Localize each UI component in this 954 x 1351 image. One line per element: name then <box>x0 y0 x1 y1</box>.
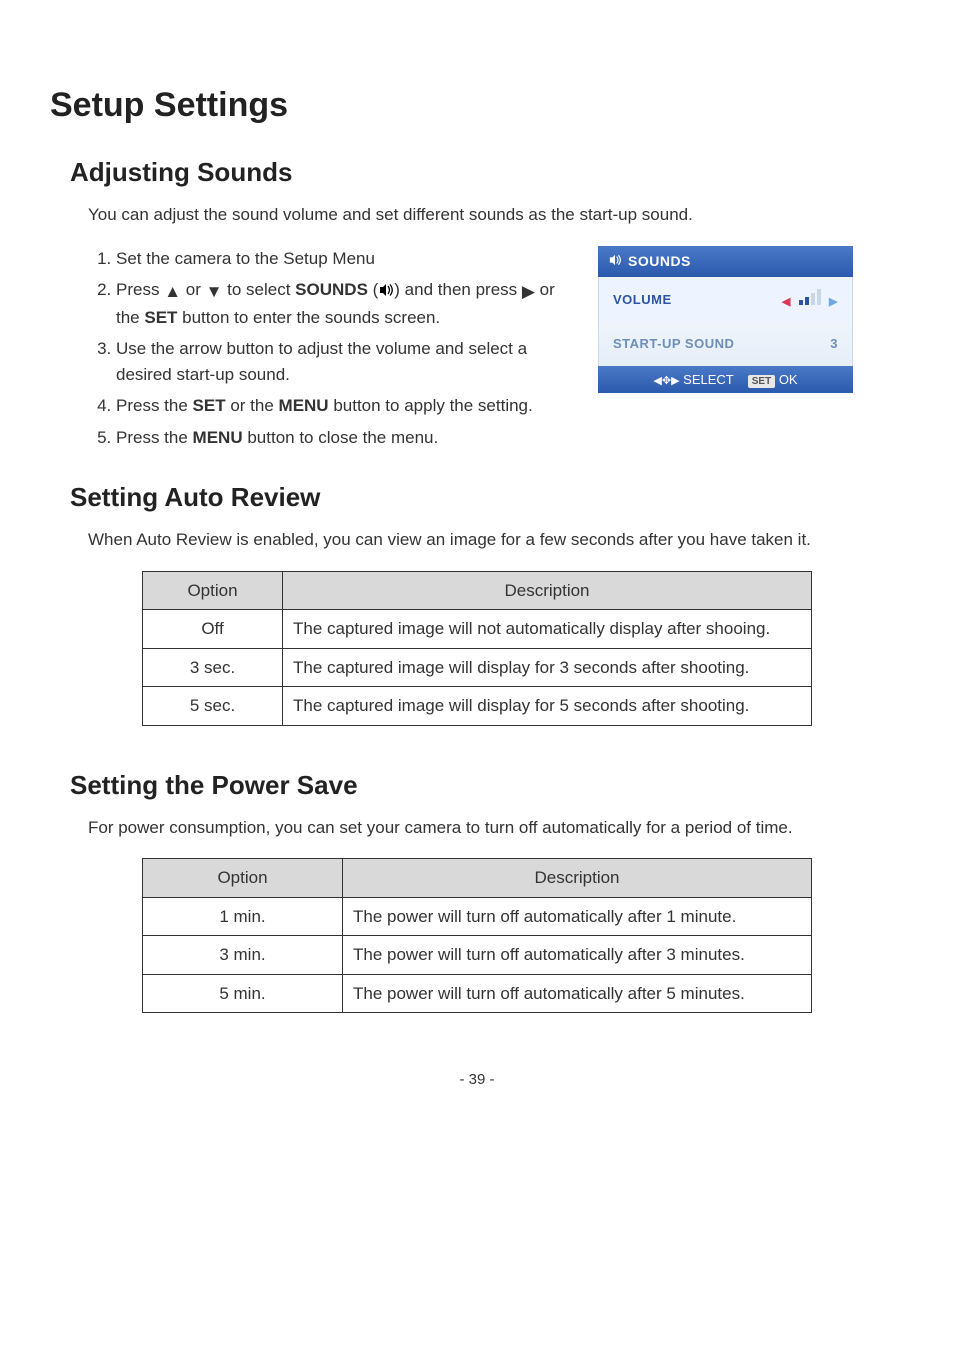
cell-desc: The captured image will display for 5 se… <box>283 687 812 726</box>
th-option: Option <box>143 571 283 610</box>
cell-desc: The power will turn off automatically af… <box>343 974 812 1013</box>
set-badge: SET <box>748 375 775 388</box>
cell-desc: The power will turn off automatically af… <box>343 936 812 975</box>
speaker-icon <box>608 251 622 272</box>
scr-ok-label: OK <box>779 372 798 387</box>
text: ( <box>368 280 378 299</box>
text: to select <box>222 280 295 299</box>
autoreview-table: Option Description Off The captured imag… <box>142 571 812 726</box>
right-arrow-icon: ▶ <box>829 296 838 308</box>
cell-desc: The captured image will not automaticall… <box>283 610 812 649</box>
scr-row-startup: START-UP SOUND 3 <box>599 322 852 366</box>
left-arrow-icon: ◀ <box>782 296 791 308</box>
nav-icon: ◀✥▶ <box>653 375 679 387</box>
text: Press <box>116 280 164 299</box>
text: Press the <box>116 428 193 447</box>
text: or <box>181 280 206 299</box>
text: or the <box>226 396 279 415</box>
power-table: Option Description 1 min. The power will… <box>142 858 812 1013</box>
right-arrow-icon: ▶ <box>522 279 535 305</box>
sounds-screenshot: SOUNDS VOLUME ◀ ▶ START-UP SOUND <box>598 246 853 394</box>
page-title: Setup Settings <box>50 80 904 131</box>
text: ) and then press <box>394 280 522 299</box>
scr-volume-label: VOLUME <box>613 290 672 310</box>
heading-sounds: Adjusting Sounds <box>70 153 904 192</box>
scr-select-label: SELECT <box>683 372 734 387</box>
table-row: Off The captured image will not automati… <box>143 610 812 649</box>
table-row: 5 sec. The captured image will display f… <box>143 687 812 726</box>
table-row: 3 min. The power will turn off automatic… <box>143 936 812 975</box>
cell-option: 3 sec. <box>143 648 283 687</box>
step-5: Press the MENU button to close the menu. <box>116 425 568 451</box>
down-arrow-icon: ▼ <box>206 279 223 305</box>
label-sounds: SOUNDS <box>295 280 368 299</box>
step-2: Press ▲ or ▼ to select SOUNDS ( ) and the… <box>116 277 568 330</box>
scr-ok: SET OK <box>748 370 798 390</box>
intro-power: For power consumption, you can set your … <box>88 815 904 841</box>
cell-desc: The power will turn off automatically af… <box>343 897 812 936</box>
cell-option: 1 min. <box>143 897 343 936</box>
heading-power: Setting the Power Save <box>70 766 904 805</box>
intro-sounds: You can adjust the sound volume and set … <box>88 202 904 228</box>
table-row: 5 min. The power will turn off automatic… <box>143 974 812 1013</box>
cell-option: 5 sec. <box>143 687 283 726</box>
scr-title-bar: SOUNDS <box>598 246 853 277</box>
table-row: 3 sec. The captured image will display f… <box>143 648 812 687</box>
label-set: SET <box>144 308 177 327</box>
label-menu: MENU <box>279 396 329 415</box>
th-desc: Description <box>283 571 812 610</box>
cell-option: Off <box>143 610 283 649</box>
cell-option: 3 min. <box>143 936 343 975</box>
scr-startup-label: START-UP SOUND <box>613 334 734 354</box>
speaker-icon <box>378 279 394 305</box>
text: button to apply the setting. <box>329 396 533 415</box>
table-header-row: Option Description <box>143 859 812 898</box>
scr-volume-value: ◀ ▶ <box>782 289 838 311</box>
label-set: SET <box>193 396 226 415</box>
scr-title: SOUNDS <box>628 251 691 272</box>
table-row: 1 min. The power will turn off automatic… <box>143 897 812 936</box>
cell-option: 5 min. <box>143 974 343 1013</box>
scr-row-volume: VOLUME ◀ ▶ <box>599 277 852 323</box>
page-number: - 39 - <box>50 1069 904 1092</box>
scr-startup-value: 3 <box>830 334 838 354</box>
scr-select: ◀✥▶ SELECT <box>653 370 733 390</box>
table-header-row: Option Description <box>143 571 812 610</box>
cell-desc: The captured image will display for 3 se… <box>283 648 812 687</box>
intro-autoreview: When Auto Review is enabled, you can vie… <box>88 527 904 553</box>
text: button to close the menu. <box>243 428 439 447</box>
text: Press the <box>116 396 193 415</box>
up-arrow-icon: ▲ <box>164 279 181 305</box>
th-desc: Description <box>343 859 812 898</box>
th-option: Option <box>143 859 343 898</box>
volume-bars-icon <box>799 289 821 305</box>
heading-autoreview: Setting Auto Review <box>70 478 904 517</box>
text: button to enter the sounds screen. <box>177 308 440 327</box>
steps-list: Set the camera to the Setup Menu Press ▲… <box>88 246 568 457</box>
step-3: Use the arrow button to adjust the volum… <box>116 336 568 387</box>
label-menu: MENU <box>193 428 243 447</box>
scr-bottom-bar: ◀✥▶ SELECT SET OK <box>598 366 853 394</box>
step-1: Set the camera to the Setup Menu <box>116 246 568 272</box>
step-4: Press the SET or the MENU button to appl… <box>116 393 568 419</box>
